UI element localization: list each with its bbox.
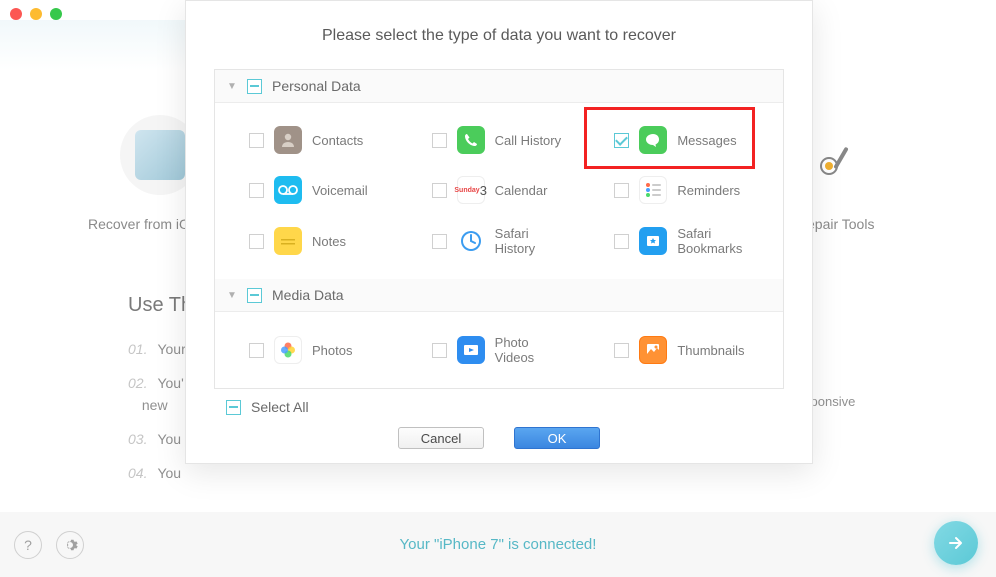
step-num: 04.: [128, 465, 147, 481]
reminders-icon: [639, 176, 667, 204]
next-button[interactable]: [934, 521, 978, 565]
select-all-checkbox[interactable]: [226, 400, 241, 415]
item-checkbox[interactable]: [432, 343, 447, 358]
repair-tools-option: epair Tools: [807, 216, 874, 232]
data-type-thumbnails[interactable]: Thumbnails: [590, 324, 773, 376]
maximize-icon[interactable]: [50, 8, 62, 20]
minimize-icon[interactable]: [30, 8, 42, 20]
item-label: Photo Videos: [495, 335, 567, 365]
recover-from-ios-option: Recover from iO: [88, 216, 190, 232]
category-header[interactable]: ▼ Media Data: [215, 279, 783, 312]
categories-container: ▼ Personal Data Contacts Call History Me…: [214, 69, 784, 389]
item-checkbox[interactable]: [249, 234, 264, 249]
item-label: Messages: [677, 133, 736, 148]
item-label: Thumbnails: [677, 343, 744, 358]
item-label: Safari History: [495, 226, 567, 256]
category-label: Personal Data: [272, 78, 361, 94]
step-text: new: [142, 397, 168, 413]
items-grid: Photos Photo Videos Thumbnails: [215, 312, 783, 388]
gear-icon: [62, 537, 78, 553]
footer-bar: ? Your "iPhone 7" is connected!: [0, 512, 996, 577]
photo-videos-icon: [457, 336, 485, 364]
data-type-calendar[interactable]: Sunday3 Calendar: [408, 165, 591, 215]
step-num: 01.: [128, 341, 147, 357]
notes-icon: [274, 227, 302, 255]
repair-tools-icon: [815, 140, 855, 180]
step-text: You: [157, 431, 181, 447]
category-checkbox[interactable]: [247, 79, 262, 94]
item-checkbox[interactable]: [614, 234, 629, 249]
step-text: You: [157, 465, 181, 481]
item-label: Contacts: [312, 133, 363, 148]
category-label: Media Data: [272, 287, 344, 303]
thumbnails-icon: [639, 336, 667, 364]
voicemail-icon: [274, 176, 302, 204]
footer-controls: ?: [14, 531, 84, 559]
data-type-reminders[interactable]: Reminders: [590, 165, 773, 215]
item-label: Notes: [312, 234, 346, 249]
ok-button[interactable]: OK: [514, 427, 600, 449]
contacts-icon: [274, 126, 302, 154]
data-type-voicemail[interactable]: Voicemail: [225, 165, 408, 215]
photos-icon: [274, 336, 302, 364]
data-type-notes[interactable]: Notes: [225, 215, 408, 267]
step-num: 02.: [128, 375, 147, 391]
item-label: Call History: [495, 133, 561, 148]
help-button[interactable]: ?: [14, 531, 42, 559]
collapse-arrow-icon: ▼: [227, 81, 237, 92]
step-text: You': [157, 375, 183, 391]
item-label: Voicemail: [312, 183, 368, 198]
data-type-photo-videos[interactable]: Photo Videos: [408, 324, 591, 376]
item-checkbox[interactable]: [614, 133, 629, 148]
item-label: Calendar: [495, 183, 548, 198]
data-type-call-history[interactable]: Call History: [408, 115, 591, 165]
messages-icon: [639, 126, 667, 154]
data-type-safari-history[interactable]: Safari History: [408, 215, 591, 267]
item-label: Reminders: [677, 183, 740, 198]
close-icon[interactable]: [10, 8, 22, 20]
step-num: [128, 397, 132, 413]
item-checkbox[interactable]: [614, 183, 629, 198]
cancel-button[interactable]: Cancel: [398, 427, 484, 449]
data-type-messages[interactable]: Messages: [590, 115, 773, 165]
settings-button[interactable]: [56, 531, 84, 559]
call-icon: [457, 126, 485, 154]
device-icon: [135, 130, 185, 180]
data-type-safari-bookmarks[interactable]: Safari Bookmarks: [590, 215, 773, 267]
category-checkbox[interactable]: [247, 288, 262, 303]
select-all-row[interactable]: Select All: [186, 389, 812, 417]
item-label: Photos: [312, 343, 352, 358]
modal-buttons: Cancel OK: [186, 427, 812, 449]
step-num: 03.: [128, 431, 147, 447]
modal-title: Please select the type of data you want …: [186, 1, 812, 69]
item-checkbox[interactable]: [432, 133, 447, 148]
collapse-arrow-icon: ▼: [227, 290, 237, 301]
items-grid: Contacts Call History Messages Voicemail…: [215, 103, 783, 279]
calendar-icon: Sunday3: [457, 176, 485, 204]
item-label: Safari Bookmarks: [677, 226, 749, 256]
item-checkbox[interactable]: [249, 183, 264, 198]
data-type-contacts[interactable]: Contacts: [225, 115, 408, 165]
step-text: Your: [157, 341, 185, 357]
item-checkbox[interactable]: [432, 183, 447, 198]
item-checkbox[interactable]: [614, 343, 629, 358]
safari-bookmarks-icon: [639, 227, 667, 255]
select-all-label: Select All: [251, 399, 309, 415]
data-type-photos[interactable]: Photos: [225, 324, 408, 376]
data-type-modal: Please select the type of data you want …: [185, 0, 813, 464]
connection-status: Your "iPhone 7" is connected!: [400, 536, 597, 553]
item-checkbox[interactable]: [249, 343, 264, 358]
item-checkbox[interactable]: [432, 234, 447, 249]
safari-history-icon: [457, 227, 485, 255]
arrow-right-icon: [946, 533, 966, 553]
category-header[interactable]: ▼ Personal Data: [215, 70, 783, 103]
item-checkbox[interactable]: [249, 133, 264, 148]
decorative-gradient: [0, 20, 200, 70]
